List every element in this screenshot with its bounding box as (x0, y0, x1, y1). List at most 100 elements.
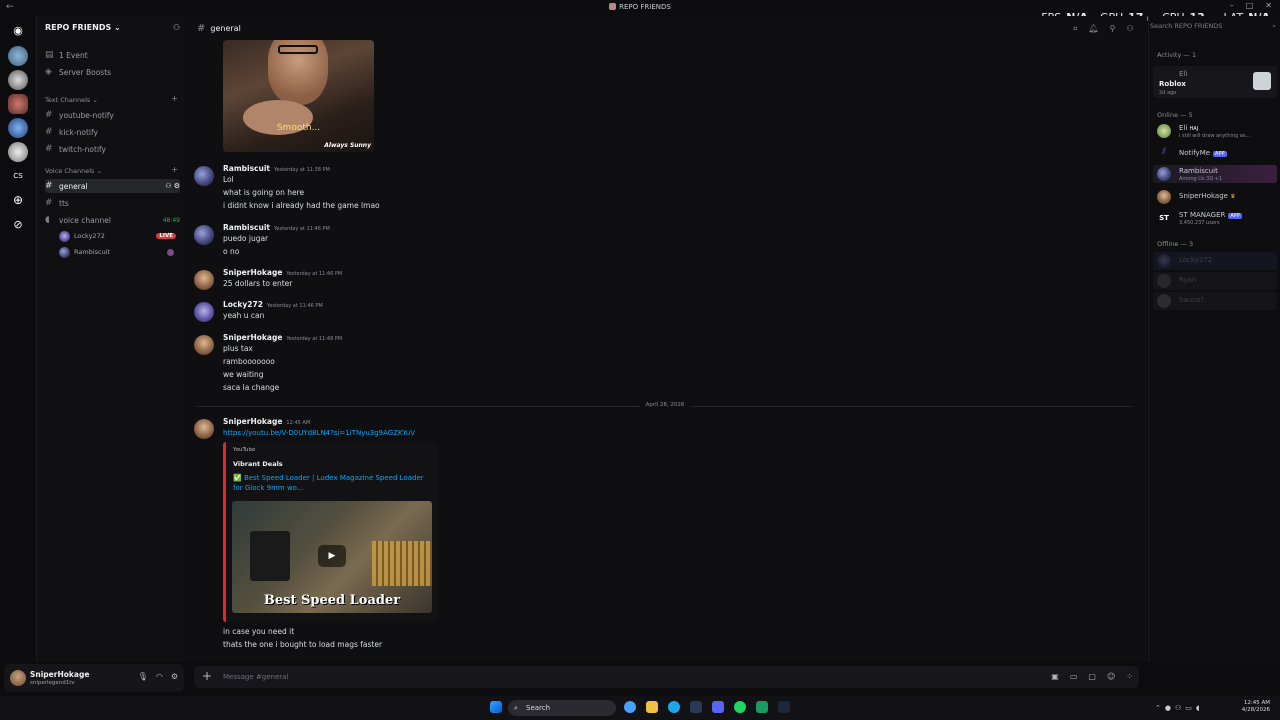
calendar-icon: ▤ (45, 50, 54, 60)
apps-icon[interactable]: ⁘ (1126, 672, 1133, 681)
member-search-input[interactable]: Search REPO FRIENDS ⌕ (1150, 22, 1276, 34)
server-cs[interactable]: CS (8, 166, 28, 186)
maximize-icon[interactable]: □ (1246, 1, 1254, 10)
composer-placeholder[interactable]: Message #general (223, 673, 288, 681)
server-avatar[interactable] (8, 46, 28, 66)
avatar[interactable] (194, 302, 214, 322)
server-avatar[interactable] (8, 70, 28, 90)
headphones-icon[interactable]: ◠ (156, 672, 163, 681)
voice-channel[interactable]: ◖ voice channel 48:49 (45, 213, 180, 227)
play-icon[interactable]: ▶ (318, 545, 346, 567)
microphone-icon[interactable]: 🎙︎ (138, 672, 148, 681)
message-text: yeah u can (223, 311, 265, 320)
edge-icon[interactable] (668, 701, 680, 713)
minimize-icon[interactable]: – (1230, 1, 1234, 10)
taskbar-search-label: Search (526, 704, 551, 712)
events-item[interactable]: ▤ 1 Event (45, 48, 180, 62)
member-row[interactable]: SniperHokage ♛ (1153, 188, 1277, 206)
hash-icon: # (45, 127, 53, 137)
threads-icon[interactable]: ⌗ (1073, 24, 1078, 34)
close-icon[interactable]: ✕ (1265, 1, 1272, 10)
message-link[interactable]: https://youtu.be/V-D0UYd8LN4?si=1iTNyu3g… (223, 429, 415, 437)
avatar[interactable] (194, 166, 214, 186)
avatar[interactable] (194, 225, 214, 245)
avatar[interactable] (10, 670, 26, 686)
sticker-icon[interactable]: ▢ (1088, 672, 1096, 681)
channel-youtube-notify[interactable]: # youtube-notify (45, 108, 180, 122)
tray-clock[interactable]: 12:45 AM 4/28/2026 (1242, 700, 1270, 714)
message-author[interactable]: Locky272 (223, 300, 263, 309)
discord-home-icon[interactable]: ◉ (8, 20, 28, 40)
member-row[interactable]: Sauce? (1153, 292, 1277, 310)
pin-icon[interactable]: ⚲ (1110, 24, 1116, 34)
spotify-icon[interactable] (734, 701, 746, 713)
create-voice-channel-icon[interactable]: + (171, 165, 178, 174)
user-subtext: sniperlegend1tv (30, 680, 75, 686)
message-composer[interactable]: + Message #general ▣ ▭ ▢ ☺ ⁘ (194, 666, 1139, 688)
gif-embed[interactable]: Smooth... Always Sunny (223, 40, 374, 152)
member-row[interactable]: Ryan (1153, 272, 1277, 290)
xbox-icon[interactable] (756, 701, 768, 713)
hash-icon: # (45, 144, 53, 154)
channel-settings-icon[interactable]: ⚇ ⚙ (165, 182, 180, 190)
message-author[interactable]: Rambiscuit (223, 223, 270, 232)
voice-user-locky272[interactable]: Locky272 LIVE (59, 229, 180, 243)
message-author[interactable]: Rambiscuit (223, 164, 270, 173)
notification-bell-icon[interactable]: 🔔︎ (1089, 24, 1099, 34)
avatar (59, 230, 70, 242)
file-explorer-icon[interactable] (646, 701, 658, 713)
app-badge: APP (1213, 151, 1227, 157)
channel-label: kick-notify (59, 127, 98, 137)
attach-plus-icon[interactable]: + (202, 669, 212, 683)
member-row[interactable]: Eli HAJ i still will draw anything as... (1153, 122, 1277, 140)
server-name-header[interactable]: REPO FRIENDS ⌄ (45, 23, 121, 32)
member-list-icon[interactable]: ⚇ (1127, 24, 1134, 34)
settings-gear-icon[interactable]: ⚙ (171, 672, 178, 681)
gift-icon[interactable]: ▣ (1051, 672, 1059, 681)
create-text-channel-icon[interactable]: + (171, 94, 178, 103)
avatar[interactable] (194, 270, 214, 290)
channel-tts[interactable]: # tts (45, 196, 180, 210)
message-author[interactable]: SniperHokage (223, 417, 282, 426)
channel-kick-notify[interactable]: # kick-notify (45, 125, 180, 139)
avatar[interactable] (194, 335, 214, 355)
server-boosts-item[interactable]: ◈ Server Boosts (45, 65, 180, 79)
server-avatar[interactable] (8, 142, 28, 162)
steam-icon[interactable] (778, 701, 790, 713)
embed-provider[interactable]: YouTube (233, 447, 255, 453)
member-row[interactable]: ST ST MANAGER APP 3,450,237 users (1153, 209, 1277, 227)
channel-label: tts (59, 198, 69, 208)
message-timestamp: Yesterday at 11:48 PM (286, 336, 343, 342)
member-row[interactable]: Locky272 (1153, 252, 1277, 270)
server-avatar[interactable] (8, 118, 28, 138)
message-timestamp: Yesterday at 11:38 PM (274, 167, 330, 173)
text-channels-category[interactable]: Text Channels ⌄ (45, 96, 98, 104)
tray-icons[interactable]: ⌃●⚇▭◖ (1155, 704, 1204, 712)
embed-author[interactable]: Vibrant Deals (233, 460, 283, 468)
discover-icon[interactable]: ⊘ (8, 214, 28, 234)
add-server-icon[interactable]: ⊕ (8, 190, 28, 210)
activity-card[interactable]: Eli Roblox 2d ago (1153, 66, 1277, 98)
member-name: Sauce? (1179, 296, 1205, 304)
message-author[interactable]: SniperHokage (223, 333, 282, 342)
channel-twitch-notify[interactable]: # twitch-notify (45, 142, 180, 156)
copilot-icon[interactable] (624, 701, 636, 713)
emoji-icon[interactable]: ☺ (1107, 672, 1115, 681)
video-thumbnail[interactable]: ▶ Best Speed Loader (232, 501, 432, 613)
embed-title-link[interactable]: ✅ Best Speed Loader | Ludex Magazine Spe… (233, 473, 428, 493)
member-row[interactable]: ⫽ NotifyMe APP (1153, 145, 1277, 163)
member-row[interactable]: Rambiscuit Among Us 3D +1 (1153, 165, 1277, 183)
channel-general[interactable]: # general ⚇ ⚙ (45, 179, 180, 193)
server-avatar-active[interactable] (8, 94, 28, 114)
avatar[interactable] (194, 419, 214, 439)
store-icon[interactable] (690, 701, 702, 713)
invite-icon[interactable]: ⚇ (173, 23, 180, 32)
message-author[interactable]: SniperHokage (223, 268, 282, 277)
windows-start-icon[interactable] (490, 701, 502, 713)
message-text: i didnt know i already had the game lmao (223, 201, 380, 210)
taskbar-search[interactable]: ⌕ Search (508, 700, 616, 716)
discord-taskbar-icon[interactable] (712, 701, 724, 713)
voice-channels-category[interactable]: Voice Channels ⌄ (45, 167, 102, 175)
gif-icon[interactable]: ▭ (1070, 672, 1078, 681)
voice-user-rambiscuit[interactable]: Rambiscuit (59, 245, 180, 259)
